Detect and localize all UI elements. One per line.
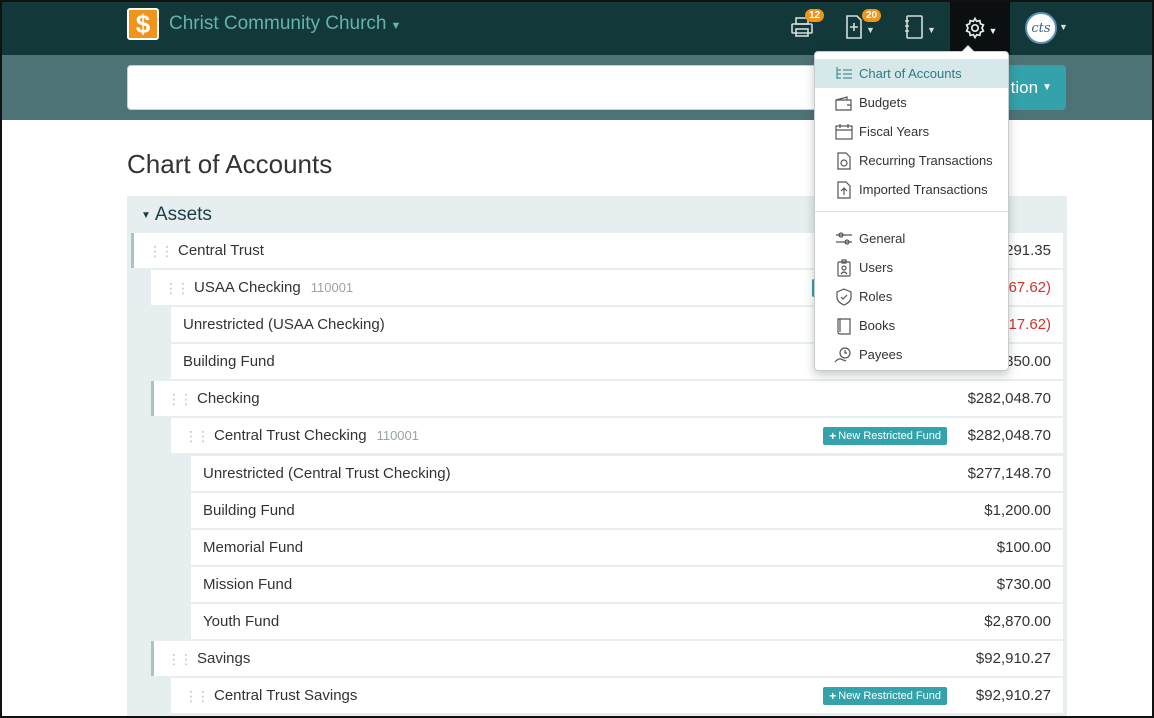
menu-item-users[interactable]: Users	[815, 253, 1008, 282]
fund-row[interactable]: Mission Fund $730.00	[191, 567, 1063, 602]
account-row[interactable]: ⋮⋮ Checking $282,048.70	[151, 381, 1063, 416]
caret-down-icon: ▼	[141, 209, 151, 221]
page-title: Chart of Accounts	[127, 149, 333, 179]
deposit-badge: 20	[862, 9, 882, 22]
menu-item-chart-of-accounts[interactable]: Chart of Accounts	[815, 59, 1008, 88]
menu-item-budgets[interactable]: Budgets	[815, 88, 1008, 117]
account-name: USAA Checking	[194, 279, 301, 296]
fund-balance: $2,870.00	[984, 613, 1051, 630]
menu-item-recurring-transactions[interactable]: Recurring Transactions	[815, 146, 1008, 175]
drag-handle-icon[interactable]: ⋮⋮	[148, 244, 174, 258]
account-row[interactable]: ⋮⋮ Central Trust Checking 110001 + New Re…	[171, 418, 1063, 453]
account-name: Checking	[197, 390, 260, 407]
account-name: Central Trust Checking	[214, 427, 367, 444]
recurring-document-icon	[837, 151, 851, 170]
menu-item-imported-transactions[interactable]: Imported Transactions	[815, 175, 1008, 204]
fund-name: Unrestricted (USAA Checking)	[183, 316, 385, 333]
new-restricted-fund-button[interactable]: + New Restricted Fund	[823, 686, 947, 705]
avatar[interactable]: cts	[1025, 12, 1057, 44]
account-balance: $92,910.27	[975, 650, 1051, 667]
menu-divider	[815, 211, 1008, 212]
fund-balance: 350.00	[1005, 353, 1051, 370]
settings-dropdown-menu: Chart of Accounts Budgets Fiscal Years R…	[814, 45, 1009, 371]
fund-balance: $277,148.70	[967, 465, 1051, 482]
account-balance: $282,048.70	[967, 390, 1051, 407]
dollar-logo-icon: $	[127, 8, 159, 40]
assets-section-toggle[interactable]: ▼ Assets	[141, 204, 212, 226]
account-name: Savings	[197, 650, 251, 667]
caret-down-icon: ▼	[866, 25, 875, 35]
account-name: Central Trust Savings	[214, 687, 358, 704]
menu-item-roles[interactable]: Roles	[815, 282, 1008, 311]
notebook-icon	[905, 15, 923, 39]
account-name: Central Trust	[178, 242, 264, 259]
gear-icon	[964, 16, 985, 39]
new-restricted-fund-button[interactable]: + New Restricted Fund	[823, 426, 947, 445]
register-button[interactable]: ▼	[903, 10, 936, 44]
drag-handle-icon[interactable]: ⋮⋮	[184, 429, 210, 443]
book-icon	[837, 317, 851, 335]
org-name: Christ Community Church	[169, 13, 387, 34]
account-balance: 291.35	[1005, 242, 1051, 259]
drag-handle-icon[interactable]: ⋮⋮	[167, 652, 193, 666]
plus-icon: +	[829, 428, 837, 443]
caret-down-icon: ▼	[390, 20, 402, 32]
caret-down-icon[interactable]: ▼	[1059, 22, 1068, 32]
settings-menu-button[interactable]: ▼	[950, 0, 1010, 55]
shield-icon	[836, 287, 852, 306]
account-number: 110001	[376, 428, 419, 443]
top-navbar: $ Christ Community Church ▼ 12 ▼ 20 ▼ ▼ …	[0, 0, 1154, 55]
fund-balance: $1,200.00	[984, 502, 1051, 519]
org-switcher[interactable]: $ Christ Community Church ▼	[127, 8, 401, 40]
sliders-icon	[836, 231, 852, 245]
fund-name: Mission Fund	[203, 576, 293, 593]
deposits-button[interactable]: ▼ 20	[844, 9, 882, 44]
chart-of-accounts-icon	[836, 66, 852, 79]
account-balance: $282,048.70	[967, 427, 1051, 444]
import-document-icon	[837, 180, 851, 199]
caret-down-icon: ▼	[988, 25, 998, 36]
account-number: 110001	[310, 280, 354, 295]
account-row[interactable]: ⋮⋮ Savings $92,910.27	[151, 641, 1063, 676]
drag-handle-icon[interactable]: ⋮⋮	[167, 392, 193, 406]
fund-name: Unrestricted (Central Trust Checking)	[203, 465, 451, 482]
section-title: Assets	[154, 204, 212, 225]
fund-balance: $100.00	[996, 539, 1051, 556]
fund-name: Youth Fund	[203, 613, 280, 630]
print-badge: 12	[805, 9, 825, 22]
calendar-icon	[835, 123, 853, 140]
caret-down-icon: ▼	[927, 25, 936, 35]
fund-row[interactable]: Memorial Fund $100.00	[191, 530, 1063, 565]
fund-name: Memorial Fund	[203, 539, 304, 556]
drag-handle-icon[interactable]: ⋮⋮	[164, 281, 190, 295]
search-input[interactable]	[127, 65, 907, 110]
menu-item-books[interactable]: Books	[815, 311, 1008, 340]
print-checks-button[interactable]: 12	[790, 9, 825, 44]
fund-row[interactable]: Building Fund $1,200.00	[191, 493, 1063, 528]
menu-item-payees[interactable]: Payees	[815, 340, 1008, 369]
payee-icon	[834, 346, 851, 362]
menu-item-general[interactable]: General	[815, 224, 1008, 253]
plus-icon: +	[829, 688, 837, 703]
deposit-document-icon	[846, 15, 862, 39]
menu-item-fiscal-years[interactable]: Fiscal Years	[815, 117, 1008, 146]
fund-name: Building Fund	[183, 353, 275, 370]
fund-row[interactable]: Unrestricted (Central Trust Checking) $2…	[191, 456, 1063, 491]
fund-name: Building Fund	[203, 502, 295, 519]
caret-down-icon: ▼	[1042, 82, 1052, 93]
account-balance: $92,910.27	[975, 687, 1051, 704]
fund-row[interactable]: Youth Fund $2,870.00	[191, 604, 1063, 639]
account-row[interactable]: ⋮⋮ Central Trust Savings + New Restricted…	[171, 678, 1063, 713]
id-badge-icon	[837, 258, 851, 277]
drag-handle-icon[interactable]: ⋮⋮	[184, 689, 210, 703]
wallet-icon	[835, 95, 852, 111]
fund-balance: $730.00	[996, 576, 1051, 593]
